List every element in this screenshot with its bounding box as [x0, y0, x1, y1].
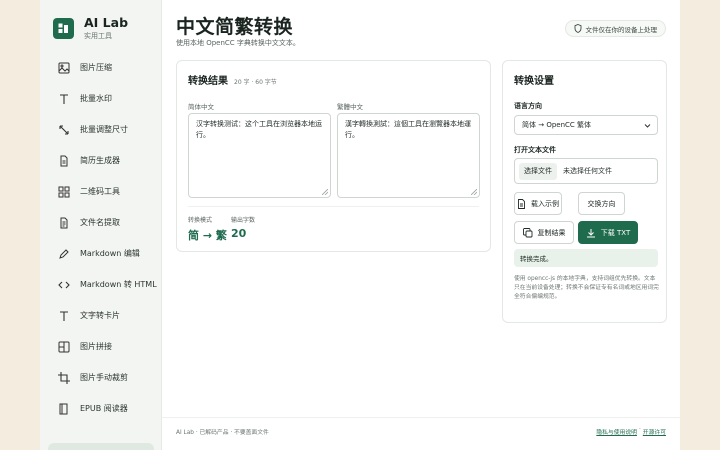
footer-links: 隐私与使用说明 · 开源许可 — [596, 427, 666, 436]
sidebar-item-markdown-edit[interactable]: Markdown 编辑 — [40, 238, 161, 269]
sidebar-item-batch-watermark[interactable]: 批量水印 — [40, 83, 161, 114]
grid-icon — [57, 185, 70, 198]
collage-icon — [57, 340, 70, 353]
direction-label: 语言方向 — [514, 102, 542, 110]
sidebar-item-label: 批量水印 — [80, 94, 112, 103]
sidebar-item-label: 图片压缩 — [80, 63, 112, 72]
sidebar-item-label: 文件名提取 — [80, 218, 120, 227]
license-link[interactable]: 开源许可 — [643, 427, 666, 436]
file-input[interactable]: 选择文件 未选择任何文件 — [514, 158, 658, 184]
sidebar-item-label: Markdown 转 HTML — [80, 280, 157, 289]
sidebar-item-label: Markdown 编辑 — [80, 249, 140, 258]
load-example-button[interactable]: 载入示例 — [514, 192, 562, 215]
sidebar-item-image-compress[interactable]: 图片压缩 — [40, 52, 161, 83]
sidebar-item-active[interactable] — [48, 443, 154, 450]
settings-title: 转换设置 — [514, 76, 554, 87]
brand-subtitle: 实用工具 — [84, 31, 112, 40]
source-text: 汉字转换测试：这个工具在浏览器本地运行。 — [196, 120, 322, 139]
mode-value: 简 → 繁 — [188, 229, 227, 242]
brand-name: AI Lab — [84, 14, 129, 30]
direction-select[interactable]: 简体 → OpenCC 繁体 — [514, 115, 658, 135]
file-label: 打开文本文件 — [514, 146, 556, 154]
file-status: 未选择任何文件 — [563, 167, 612, 175]
sidebar-item-qrcode[interactable]: 二维码工具 — [40, 176, 161, 207]
brand[interactable]: AI Lab 实用工具 — [40, 0, 161, 44]
sidebar-item-label: 文字转卡片 — [80, 311, 120, 320]
sidebar-item-filename[interactable]: 文件名提取 — [40, 207, 161, 238]
convert-title: 转换结果 — [188, 76, 228, 87]
footer-divider — [162, 417, 680, 418]
mode-label: 转换模式 — [188, 217, 213, 224]
divider — [188, 206, 479, 207]
sidebar-item-image-collage[interactable]: 图片拼接 — [40, 331, 161, 362]
resize-grip-icon[interactable] — [471, 189, 477, 195]
source-textarea[interactable]: 汉字转换测试：这个工具在浏览器本地运行。 — [188, 113, 331, 198]
copy-icon — [522, 227, 533, 238]
brand-logo-icon — [53, 17, 74, 39]
resize-icon — [57, 123, 70, 136]
text-t-icon — [57, 92, 70, 105]
sidebar-item-label: 图片手动裁剪 — [80, 373, 128, 382]
status-message: 转换完成。 — [514, 249, 658, 267]
download-txt-button[interactable]: 下载 TXT — [578, 221, 638, 244]
target-text: 漢字轉換測試：這個工具在瀏覽器本地運行。 — [345, 120, 471, 139]
convert-card: 转换结果 20 字 · 60 字节 简体中文 汉字转换测试：这个工具在浏览器本地… — [176, 60, 491, 252]
footer-text: AI Lab · 已解码产品 · 不要盖面文件 — [176, 430, 269, 436]
privacy-badge: 文件仅在你的设备上处理 — [564, 20, 666, 37]
sidebar-item-label: 二维码工具 — [80, 187, 120, 196]
resize-grip-icon[interactable] — [322, 189, 328, 195]
load-example-label: 载入示例 — [531, 199, 559, 208]
page-subtitle: 使用本地 OpenCC 字典转换中文文本。 — [176, 39, 300, 47]
app-window: AI Lab 实用工具 图片压缩 批量水印 批量调整尺寸 简历生成器 二维码工具… — [40, 0, 680, 450]
document-icon — [517, 198, 526, 209]
sidebar-item-label: EPUB 阅读器 — [80, 404, 128, 413]
sidebar-item-batch-resize[interactable]: 批量调整尺寸 — [40, 114, 161, 145]
page-title: 中文简繁转换 — [176, 16, 294, 38]
sidebar-item-resume[interactable]: 简历生成器 — [40, 145, 161, 176]
sidebar-item-markdown-html[interactable]: Markdown 转 HTML — [40, 269, 161, 300]
document-icon — [57, 154, 70, 167]
count-value: 20 — [231, 227, 247, 240]
file-icon — [57, 216, 70, 229]
chevron-down-icon — [644, 124, 651, 128]
count-label: 输出字数 — [231, 217, 256, 224]
sidebar: AI Lab 实用工具 图片压缩 批量水印 批量调整尺寸 简历生成器 二维码工具… — [40, 0, 162, 450]
download-icon — [586, 228, 596, 238]
crop-icon — [57, 371, 70, 384]
sidebar-item-epub-reader[interactable]: EPUB 阅读器 — [40, 393, 161, 424]
swap-direction-label: 交换方向 — [587, 199, 616, 208]
sidebar-item-label: 批量调整尺寸 — [80, 125, 128, 134]
sidebar-item-label: 简历生成器 — [80, 156, 120, 165]
direction-value: 简体 → OpenCC 繁体 — [522, 121, 592, 129]
sidebar-item-text-card[interactable]: 文字转卡片 — [40, 300, 161, 331]
download-txt-label: 下载 TXT — [600, 228, 631, 237]
sidebar-item-label: 图片拼接 — [80, 342, 112, 351]
copy-result-label: 复制结果 — [537, 228, 566, 237]
source-label: 简体中文 — [188, 103, 214, 111]
settings-note: 使用 opencc-js 的本地字典，支持词组优先转换。文本只在当前设备处理；转… — [514, 276, 659, 300]
code-icon — [57, 278, 70, 291]
swap-direction-button[interactable]: 交换方向 — [578, 192, 625, 215]
privacy-link[interactable]: 隐私与使用说明 — [596, 427, 637, 436]
target-label: 繁體中文 — [337, 103, 363, 111]
footer-separator: · — [638, 427, 641, 433]
target-textarea[interactable]: 漢字轉換測試：這個工具在瀏覽器本地運行。 — [337, 113, 480, 198]
main-content: 中文简繁转换 使用本地 OpenCC 字典转换中文文本。 文件仅在你的设备上处理… — [162, 0, 680, 450]
convert-meta: 20 字 · 60 字节 — [234, 79, 277, 86]
settings-card: 转换设置 语言方向 简体 → OpenCC 繁体 打开文本文件 选择文件 未选择… — [502, 60, 667, 323]
choose-file-button[interactable]: 选择文件 — [519, 162, 557, 180]
privacy-text: 文件仅在你的设备上处理 — [585, 25, 658, 34]
text-t-icon — [57, 309, 70, 322]
image-icon — [57, 61, 70, 74]
sidebar-item-image-crop[interactable]: 图片手动裁剪 — [40, 362, 161, 393]
shield-icon — [574, 24, 582, 33]
sidebar-nav: 图片压缩 批量水印 批量调整尺寸 简历生成器 二维码工具 文件名提取 Markd… — [40, 52, 161, 424]
pen-icon — [57, 247, 70, 260]
book-icon — [57, 402, 70, 415]
copy-result-button[interactable]: 复制结果 — [514, 221, 574, 244]
